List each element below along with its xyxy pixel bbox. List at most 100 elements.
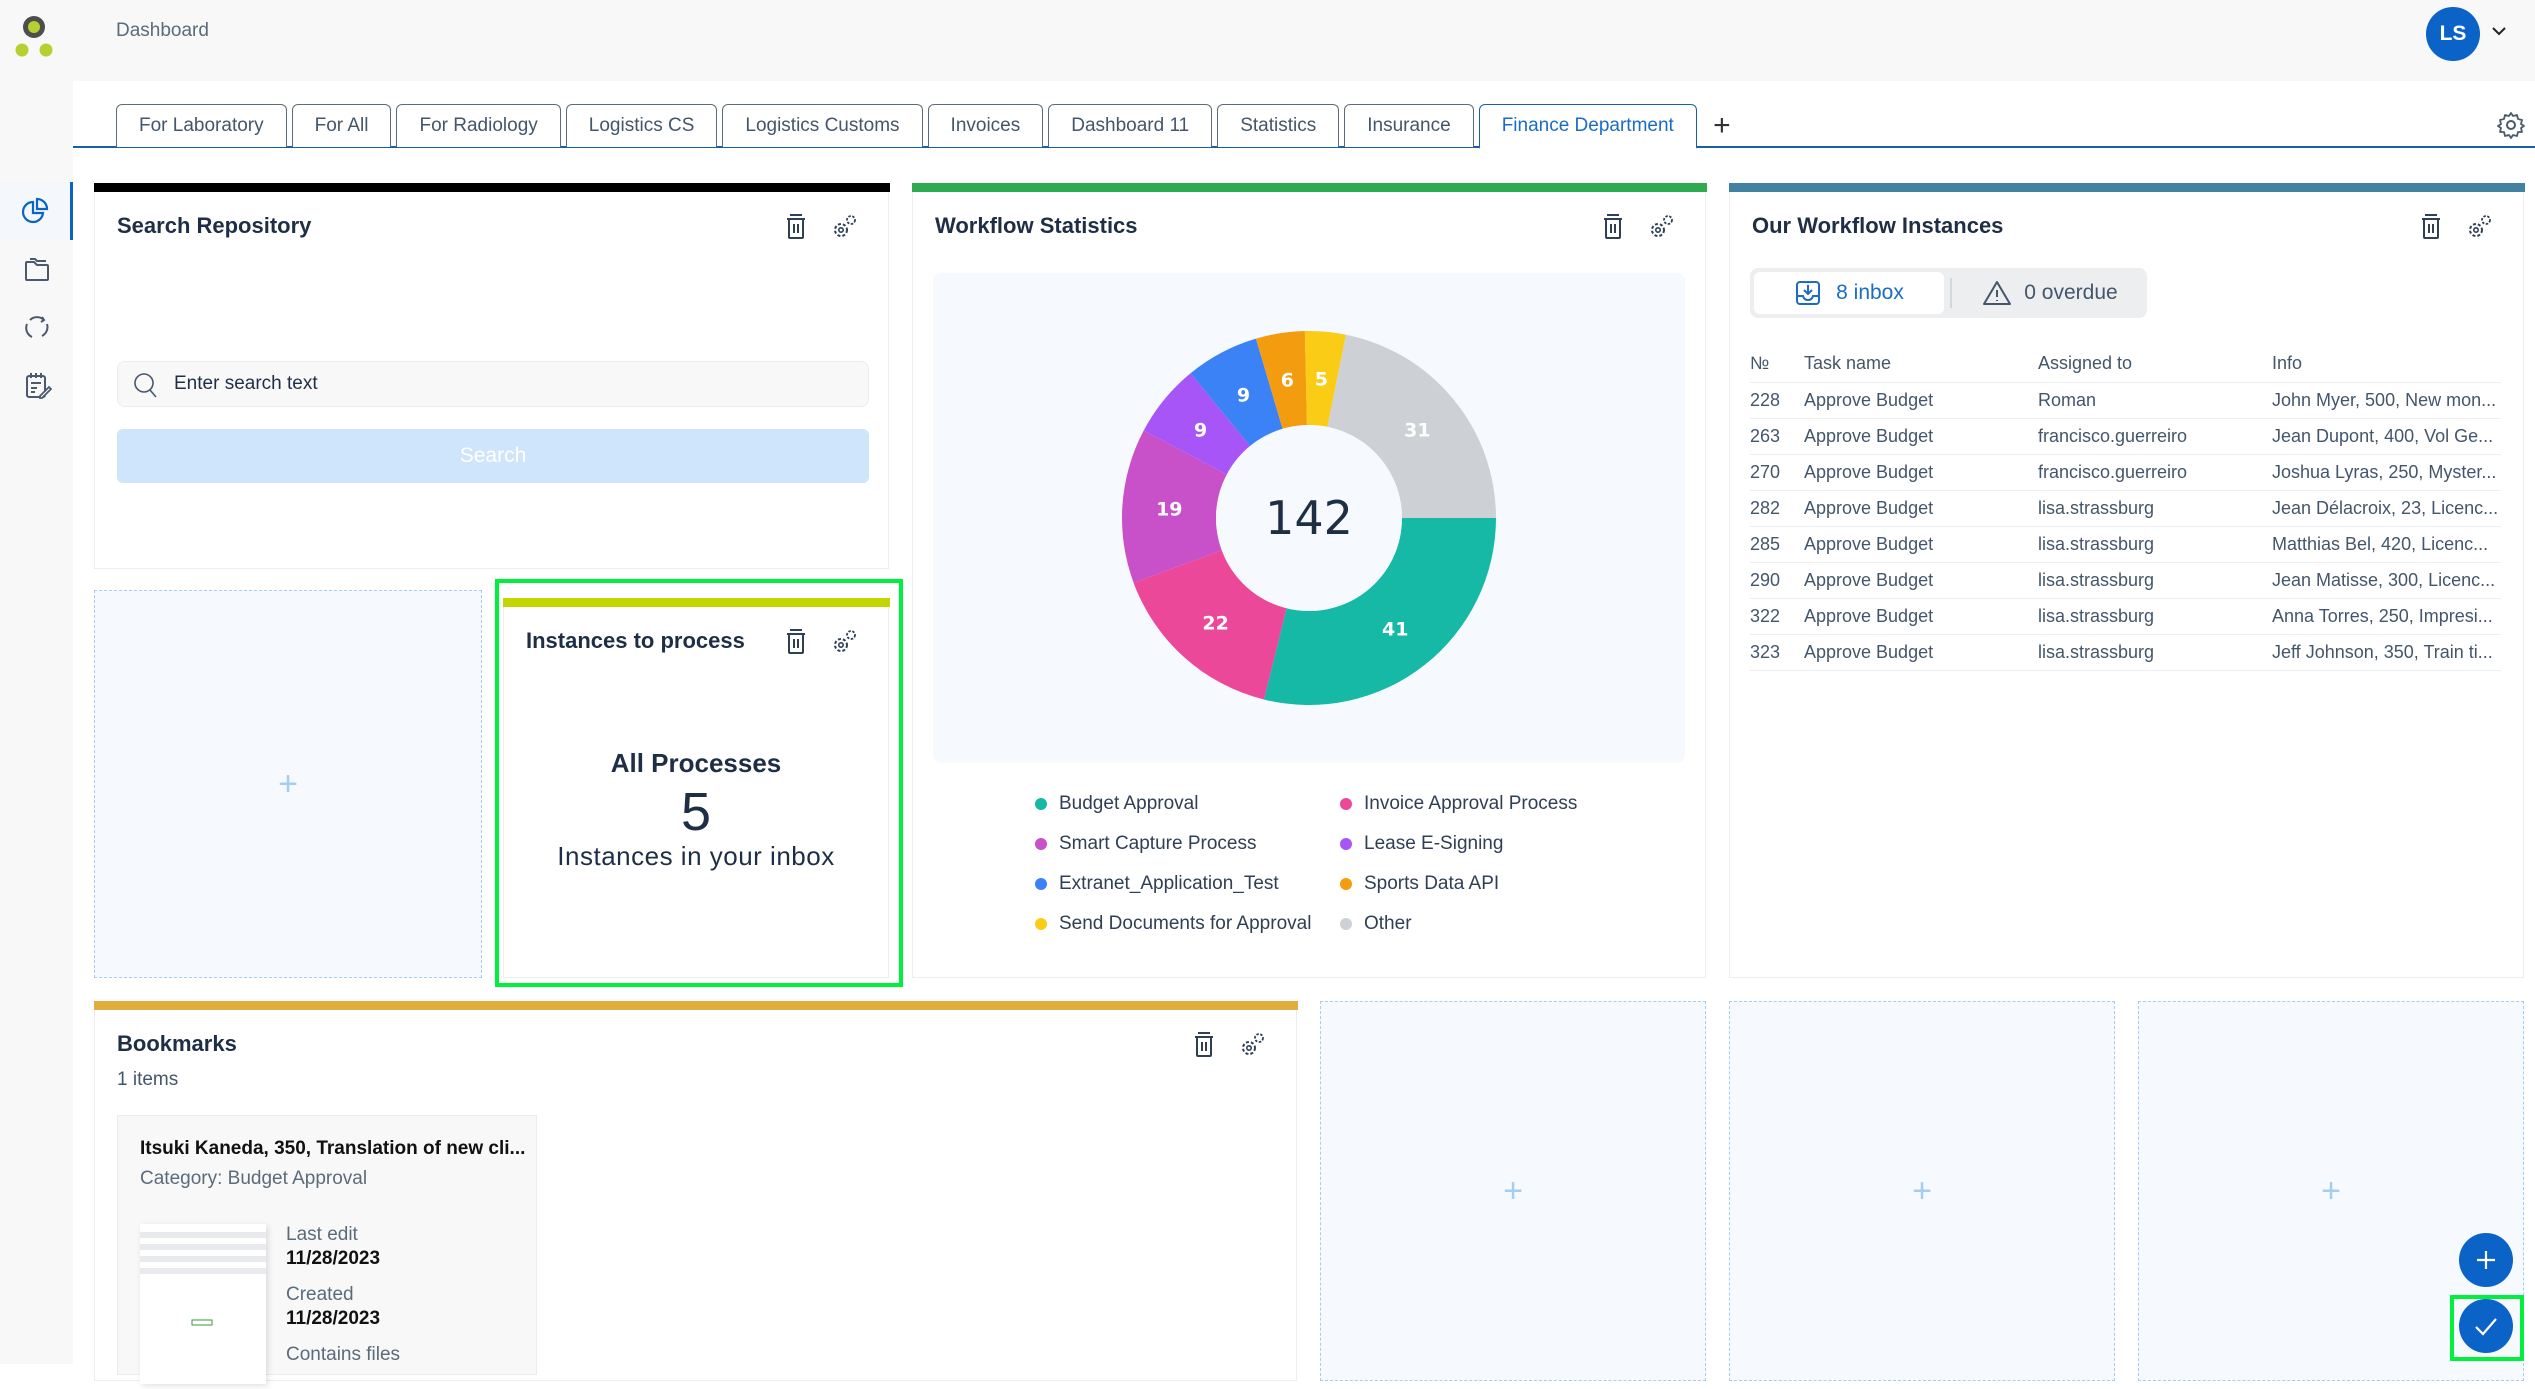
search-button[interactable]: Search [117, 429, 869, 483]
legend-item[interactable]: Send Documents for Approval [1035, 913, 1340, 935]
table-row[interactable]: 322 Approve Budget lisa.strassburg Anna Tor… [1750, 598, 2501, 635]
table-row[interactable]: 228 Approve Budget Roman John Myer, 500, Ne… [1750, 382, 2501, 419]
instances-heading: All Processes [610, 748, 782, 778]
sidebar-item-repository[interactable] [0, 240, 73, 298]
cell-number: 282 [1750, 490, 1804, 527]
legend-swatch [1340, 878, 1352, 890]
legend-item[interactable]: Smart Capture Process [1035, 833, 1340, 855]
table-row[interactable]: 290 Approve Budget lisa.strassburg Jean Mat… [1750, 562, 2501, 599]
cell-assigned-to: lisa.strassburg [2038, 562, 2272, 599]
table-row[interactable]: 270 Approve Budget francisco.guerreiro Josh… [1750, 454, 2501, 491]
workflow-instances-panel: Our Workflow Instances 8 inbox 0 overdue… [1728, 183, 2525, 978]
tab-dashboard-11[interactable]: Dashboard 11 [1048, 104, 1213, 147]
panel-color-bar [93, 1001, 1298, 1010]
cell-task-name: Approve Budget [1804, 418, 2038, 455]
last-edit-label: Last edit [286, 1224, 358, 1245]
sidebar-item-tasks[interactable] [0, 356, 73, 414]
empty-widget-slot[interactable]: + [1320, 1001, 1706, 1381]
legend-item[interactable]: Lease E-Signing [1340, 833, 1640, 855]
panel-color-bar [93, 183, 890, 192]
app-logo[interactable] [12, 14, 56, 60]
slice-value-label: 5 [1315, 369, 1328, 391]
trash-icon[interactable] [1190, 1029, 1218, 1059]
tab-statistics[interactable]: Statistics [1217, 104, 1340, 147]
trash-icon[interactable] [2417, 211, 2445, 241]
tab-for-all[interactable]: For All [291, 104, 392, 147]
sidebar-item-dashboard[interactable] [0, 182, 73, 240]
legend-item[interactable]: Budget Approval [1035, 793, 1340, 815]
trash-icon[interactable] [782, 626, 810, 656]
add-widget-icon: + [2321, 1171, 2341, 1210]
donut-chart-area: 41 22 19 9 9 6 5 31 142 [933, 273, 1685, 763]
legend-label: Smart Capture Process [1059, 833, 1257, 854]
workflow-instances-table: № Task name Assigned to Info 228 Approve … [1750, 346, 2501, 671]
cell-assigned-to: lisa.strassburg [2038, 526, 2272, 563]
tab-invoices[interactable]: Invoices [927, 104, 1044, 147]
tab-insurance[interactable]: Insurance [1344, 104, 1474, 147]
trash-icon[interactable] [1599, 211, 1627, 241]
bookmarks-panel: Bookmarks 1 items Itsuki Kaneda, 350, Tr… [93, 1001, 1298, 1384]
gears-icon[interactable] [1647, 211, 1675, 241]
search-input[interactable]: Enter search text [117, 361, 869, 407]
dashboard-settings-icon[interactable] [2496, 110, 2526, 140]
table-header-row: № Task name Assigned to Info [1750, 346, 2501, 383]
panel-title: Instances to process [526, 628, 745, 653]
bookmark-thumbnail [140, 1224, 266, 1384]
chevron-down-icon[interactable] [2488, 20, 2510, 42]
cell-task-name: Approve Budget [1804, 634, 2038, 671]
tab-logistics-cs[interactable]: Logistics CS [565, 104, 718, 147]
sidebar-item-workflows[interactable] [0, 298, 73, 356]
cell-info: Jeff Johnson, 350, Train ti... [2272, 634, 2501, 671]
trash-icon[interactable] [782, 211, 810, 241]
refresh-cycle-icon [24, 316, 48, 338]
instances-subtitle: Instances in your inbox [557, 841, 835, 871]
legend-swatch [1035, 878, 1047, 890]
empty-widget-slot[interactable]: + [94, 590, 482, 978]
legend-item[interactable]: Other [1340, 913, 1640, 935]
add-tab-button[interactable]: + [1702, 104, 1742, 147]
user-avatar[interactable]: LS [2426, 7, 2480, 61]
empty-widget-slot[interactable]: + [1729, 1001, 2115, 1381]
gears-icon[interactable] [830, 211, 858, 241]
gears-icon[interactable] [2465, 211, 2493, 241]
bookmark-category: Category: Budget Approval [140, 1168, 368, 1189]
cell-number: 228 [1750, 382, 1804, 419]
table-row[interactable]: 323 Approve Budget lisa.strassburg Jeff Joh… [1750, 634, 2501, 671]
overdue-filter-button[interactable]: 0 overdue [1956, 272, 2144, 314]
legend-label: Other [1364, 913, 1412, 934]
legend-item[interactable]: Sports Data API [1340, 873, 1640, 895]
legend-item[interactable]: Invoice Approval Process [1340, 793, 1640, 815]
gears-icon[interactable] [1238, 1029, 1266, 1059]
folder-icon [24, 258, 49, 281]
column-header-task-name[interactable]: Task name [1804, 346, 2038, 383]
cell-info: Jean Dupont, 400, Vol Ge... [2272, 418, 2501, 455]
tab-logistics-customs[interactable]: Logistics Customs [722, 104, 923, 147]
instances-summary[interactable]: All Processes 5 Instances in your inbox [504, 748, 888, 872]
cell-task-name: Approve Budget [1804, 454, 2038, 491]
table-row[interactable]: 285 Approve Budget lisa.strassburg Matthias… [1750, 526, 2501, 563]
column-header-info[interactable]: Info [2272, 346, 2501, 383]
gears-icon[interactable] [830, 626, 858, 656]
search-placeholder: Enter search text [174, 373, 318, 394]
table-row[interactable]: 282 Approve Budget lisa.strassburg Jean Dél… [1750, 490, 2501, 527]
bookmark-card[interactable]: Itsuki Kaneda, 350, Translation of new c… [117, 1115, 537, 1384]
add-widget-fab[interactable] [2459, 1233, 2513, 1287]
cell-info: Joshua Lyras, 250, Myster... [2272, 454, 2501, 491]
legend-item[interactable]: Extranet_Application_Test [1035, 873, 1340, 895]
column-header-assigned-to[interactable]: Assigned to [2038, 346, 2272, 383]
donut-total-label: 142 [1265, 491, 1353, 545]
tab-for-radiology[interactable]: For Radiology [396, 104, 561, 147]
top-bar: Dashboard LS [0, 0, 2535, 81]
cell-assigned-to: lisa.strassburg [2038, 490, 2272, 527]
cell-number: 322 [1750, 598, 1804, 635]
tab-finance-department[interactable]: Finance Department [1478, 104, 1697, 149]
add-widget-icon: + [1503, 1171, 1523, 1210]
confirm-layout-fab[interactable] [2459, 1299, 2513, 1353]
inbox-filter-button[interactable]: 8 inbox [1754, 272, 1944, 314]
table-row[interactable]: 263 Approve Budget francisco.guerreiro Jean… [1750, 418, 2501, 455]
tab-for-laboratory[interactable]: For Laboratory [116, 104, 287, 147]
column-header-number[interactable]: № [1750, 346, 1804, 383]
breadcrumb: Dashboard [116, 20, 209, 41]
slice-value-label: 19 [1156, 499, 1182, 521]
cell-assigned-to: Roman [2038, 382, 2272, 419]
